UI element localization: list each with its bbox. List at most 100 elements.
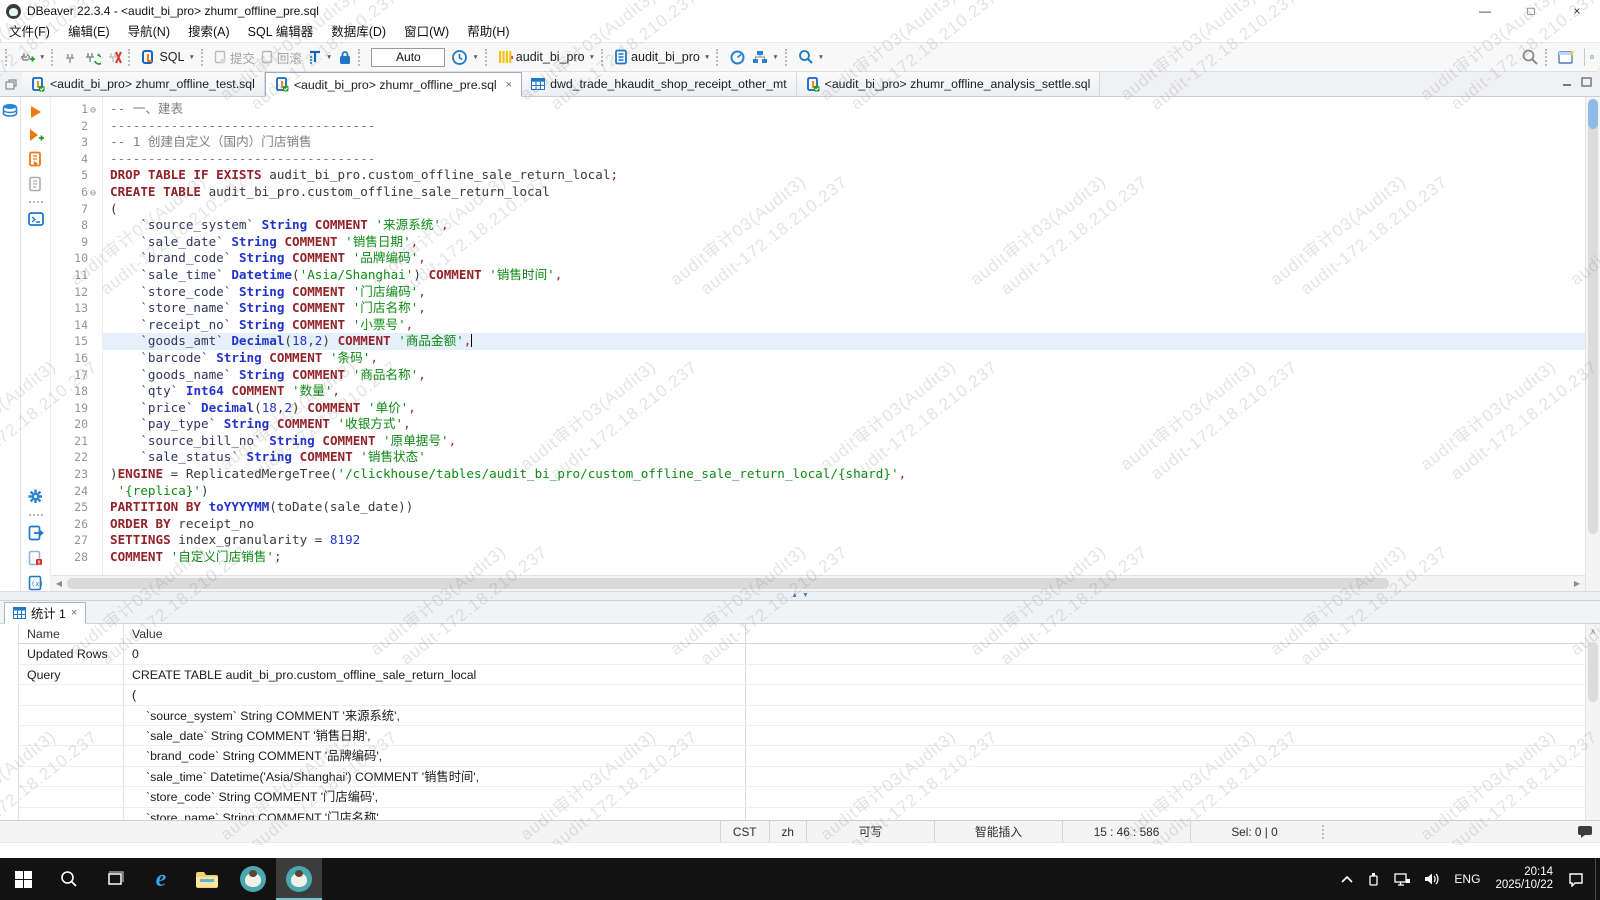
code-line[interactable]: PARTITION BY toYYYYMM(toDate(sale_date)) xyxy=(103,499,1585,516)
reconnect-button[interactable] xyxy=(81,48,104,67)
sql-editor-button[interactable]: SQL ▼ xyxy=(138,47,197,67)
code-line[interactable]: -- 一、建表 xyxy=(103,101,1585,118)
autocommit-select[interactable]: Auto xyxy=(371,47,446,67)
code-line[interactable]: CREATE TABLE audit_bi_pro.custom_offline… xyxy=(103,184,1585,201)
code-area[interactable]: -- 一、建表 ---------------------------------… xyxy=(103,97,1585,575)
menu-item[interactable]: 编辑(E) xyxy=(59,22,119,42)
open-perspective-button[interactable] xyxy=(1555,47,1579,68)
code-line[interactable]: `goods_name` String COMMENT '商品名称', xyxy=(103,367,1585,384)
taskbar-clock[interactable]: 20:14 2025/10/22 xyxy=(1487,866,1561,892)
results-scroll-thumb[interactable] xyxy=(1588,642,1598,702)
code-line[interactable]: `brand_code` String COMMENT '品牌编码', xyxy=(103,250,1585,267)
code-line[interactable]: `store_name` String COMMENT '门店名称', xyxy=(103,300,1585,317)
lock-button[interactable] xyxy=(335,48,355,67)
code-line[interactable]: ORDER BY receipt_no xyxy=(103,516,1585,533)
quick-access-search-button[interactable] xyxy=(1518,46,1542,68)
settings-gear-icon[interactable] xyxy=(27,488,44,505)
show-desktop-button[interactable] xyxy=(1595,858,1600,900)
statusbar-cell[interactable]: 可写 xyxy=(806,821,934,842)
menu-item[interactable]: 数据库(D) xyxy=(322,22,395,42)
code-line[interactable]: ----------------------------------- xyxy=(103,118,1585,135)
editor-tab[interactable]: <audit_bi_pro> zhumr_offline_analysis_se… xyxy=(796,72,1101,96)
splitter-collapse-up-icon[interactable]: ▲ xyxy=(791,592,798,600)
table-row[interactable]: `sale_date` String COMMENT '销售日期', xyxy=(19,725,1585,747)
language-indicator[interactable]: ENG xyxy=(1447,858,1487,900)
code-line[interactable]: `store_code` String COMMENT '门店编码', xyxy=(103,284,1585,301)
code-line[interactable]: `pay_type` String COMMENT '收银方式', xyxy=(103,416,1585,433)
code-line[interactable]: DROP TABLE IF EXISTS audit_bi_pro.custom… xyxy=(103,167,1585,184)
dbeaver-perspective-button[interactable] xyxy=(1590,55,1594,59)
statusbar-cell[interactable]: 15 : 46 : 586 xyxy=(1062,821,1190,842)
code-line[interactable]: `source_bill_no` String COMMENT '原单据号', xyxy=(103,433,1585,450)
statusbar-cell[interactable]: zh xyxy=(768,821,806,842)
statusbar-cell[interactable]: Sel: 0 | 0 xyxy=(1190,821,1318,842)
script-source-icon[interactable]: (x) xyxy=(28,575,43,591)
current-code-line[interactable]: `goods_amt` Decimal(18,2) COMMENT '商品金额'… xyxy=(103,333,1585,350)
table-row[interactable]: Updated Rows 0 xyxy=(19,644,1585,665)
code-line[interactable]: ( xyxy=(103,201,1585,218)
internet-explorer-button[interactable]: e xyxy=(138,858,184,900)
minimize-view-icon[interactable] xyxy=(1562,77,1573,90)
execute-new-tab-icon[interactable] xyxy=(28,128,44,142)
volume-icon[interactable] xyxy=(1417,858,1447,900)
disconnect-button[interactable] xyxy=(104,48,125,67)
explain-plan-icon[interactable] xyxy=(28,176,43,192)
code-line[interactable]: `sale_status` String COMMENT '销售状态' xyxy=(103,449,1585,466)
file-explorer-button[interactable] xyxy=(184,858,230,900)
action-center-icon[interactable] xyxy=(1561,858,1591,900)
chevron-down-icon[interactable]: ▼ xyxy=(589,54,595,61)
code-line[interactable]: `price` Decimal(18,2) COMMENT '单价', xyxy=(103,400,1585,417)
scroll-right-icon[interactable]: ▶ xyxy=(1569,579,1585,588)
maximize-button[interactable]: □ xyxy=(1508,0,1554,22)
restore-panel-icon[interactable] xyxy=(0,72,22,96)
menu-item[interactable]: 窗口(W) xyxy=(395,22,458,42)
code-line[interactable]: COMMENT '自定义门店销售'; xyxy=(103,549,1585,566)
table-row[interactable]: `store_code` String COMMENT '门店编码', xyxy=(19,787,1585,808)
chevron-down-icon[interactable]: ▼ xyxy=(772,54,778,61)
code-line[interactable]: `barcode` String COMMENT '条码', xyxy=(103,350,1585,367)
scroll-left-icon[interactable]: ◀ xyxy=(51,579,67,588)
vertical-scrollbar[interactable] xyxy=(1585,97,1600,591)
code-line[interactable]: -- 1 创建自定义（国内）门店销售 xyxy=(103,134,1585,151)
tray-chevron-up-icon[interactable] xyxy=(1334,858,1360,900)
search-button[interactable]: ▼ xyxy=(795,47,827,67)
transaction-log-button[interactable]: ▼ xyxy=(448,47,481,68)
hscroll-thumb[interactable] xyxy=(67,578,1389,589)
code-line[interactable]: `sale_date` String COMMENT '销售日期', xyxy=(103,234,1585,251)
maximize-view-icon[interactable] xyxy=(1581,77,1592,90)
table-row[interactable]: ( xyxy=(19,685,1585,706)
code-line[interactable]: SETTINGS index_granularity = 8192 xyxy=(103,532,1585,549)
menu-item[interactable]: 文件(F) xyxy=(0,22,59,42)
task-view-button[interactable] xyxy=(92,858,138,900)
connect-button[interactable] xyxy=(61,48,81,67)
code-line[interactable]: `qty` Int64 COMMENT '数量', xyxy=(103,383,1585,400)
validate-doc-icon[interactable] xyxy=(28,550,43,566)
results-scrollbar[interactable]: ∧ xyxy=(1585,624,1600,820)
sql-console-icon[interactable] xyxy=(27,212,44,226)
start-button[interactable] xyxy=(0,858,46,900)
menu-item[interactable]: 帮助(H) xyxy=(458,22,518,42)
menu-item[interactable]: 搜索(A) xyxy=(179,22,239,42)
taskbar-search-button[interactable] xyxy=(46,858,92,900)
new-connection-button[interactable]: ▼ xyxy=(15,48,48,67)
rollback-button[interactable]: 回滚 xyxy=(258,46,305,69)
table-row[interactable]: `store_name` String COMMENT '门店名称', xyxy=(19,807,1585,820)
export-result-icon[interactable] xyxy=(28,525,44,541)
code-line[interactable]: `source_system` String COMMENT '来源系统', xyxy=(103,217,1585,234)
close-button[interactable]: × xyxy=(1554,0,1600,22)
code-line[interactable]: `receipt_no` String COMMENT '小票号', xyxy=(103,317,1585,334)
scroll-up-icon[interactable]: ∧ xyxy=(1586,624,1600,636)
statusbar-cell[interactable]: CST xyxy=(719,821,769,842)
notifications-icon[interactable] xyxy=(1570,825,1600,839)
network-icon[interactable] xyxy=(1387,858,1417,900)
editor-tab[interactable]: dwd_trade_hkaudit_shop_receipt_other_mt xyxy=(522,72,797,96)
execute-statement-icon[interactable] xyxy=(29,105,42,119)
column-header-name[interactable]: Name xyxy=(19,624,124,644)
execute-script-icon[interactable] xyxy=(28,151,43,167)
schema-selector[interactable]: audit_bi_pro ▼ xyxy=(611,47,713,67)
chevron-down-icon[interactable]: ▼ xyxy=(704,54,710,61)
editor-tab[interactable]: <audit_bi_pro> zhumr_offline_test.sql xyxy=(22,72,265,96)
chevron-down-icon[interactable]: ▼ xyxy=(39,54,45,61)
code-line[interactable]: )ENGINE = ReplicatedMergeTree('/clickhou… xyxy=(103,466,1585,483)
panel-splitter[interactable]: ▲ ▼ xyxy=(0,591,1600,601)
